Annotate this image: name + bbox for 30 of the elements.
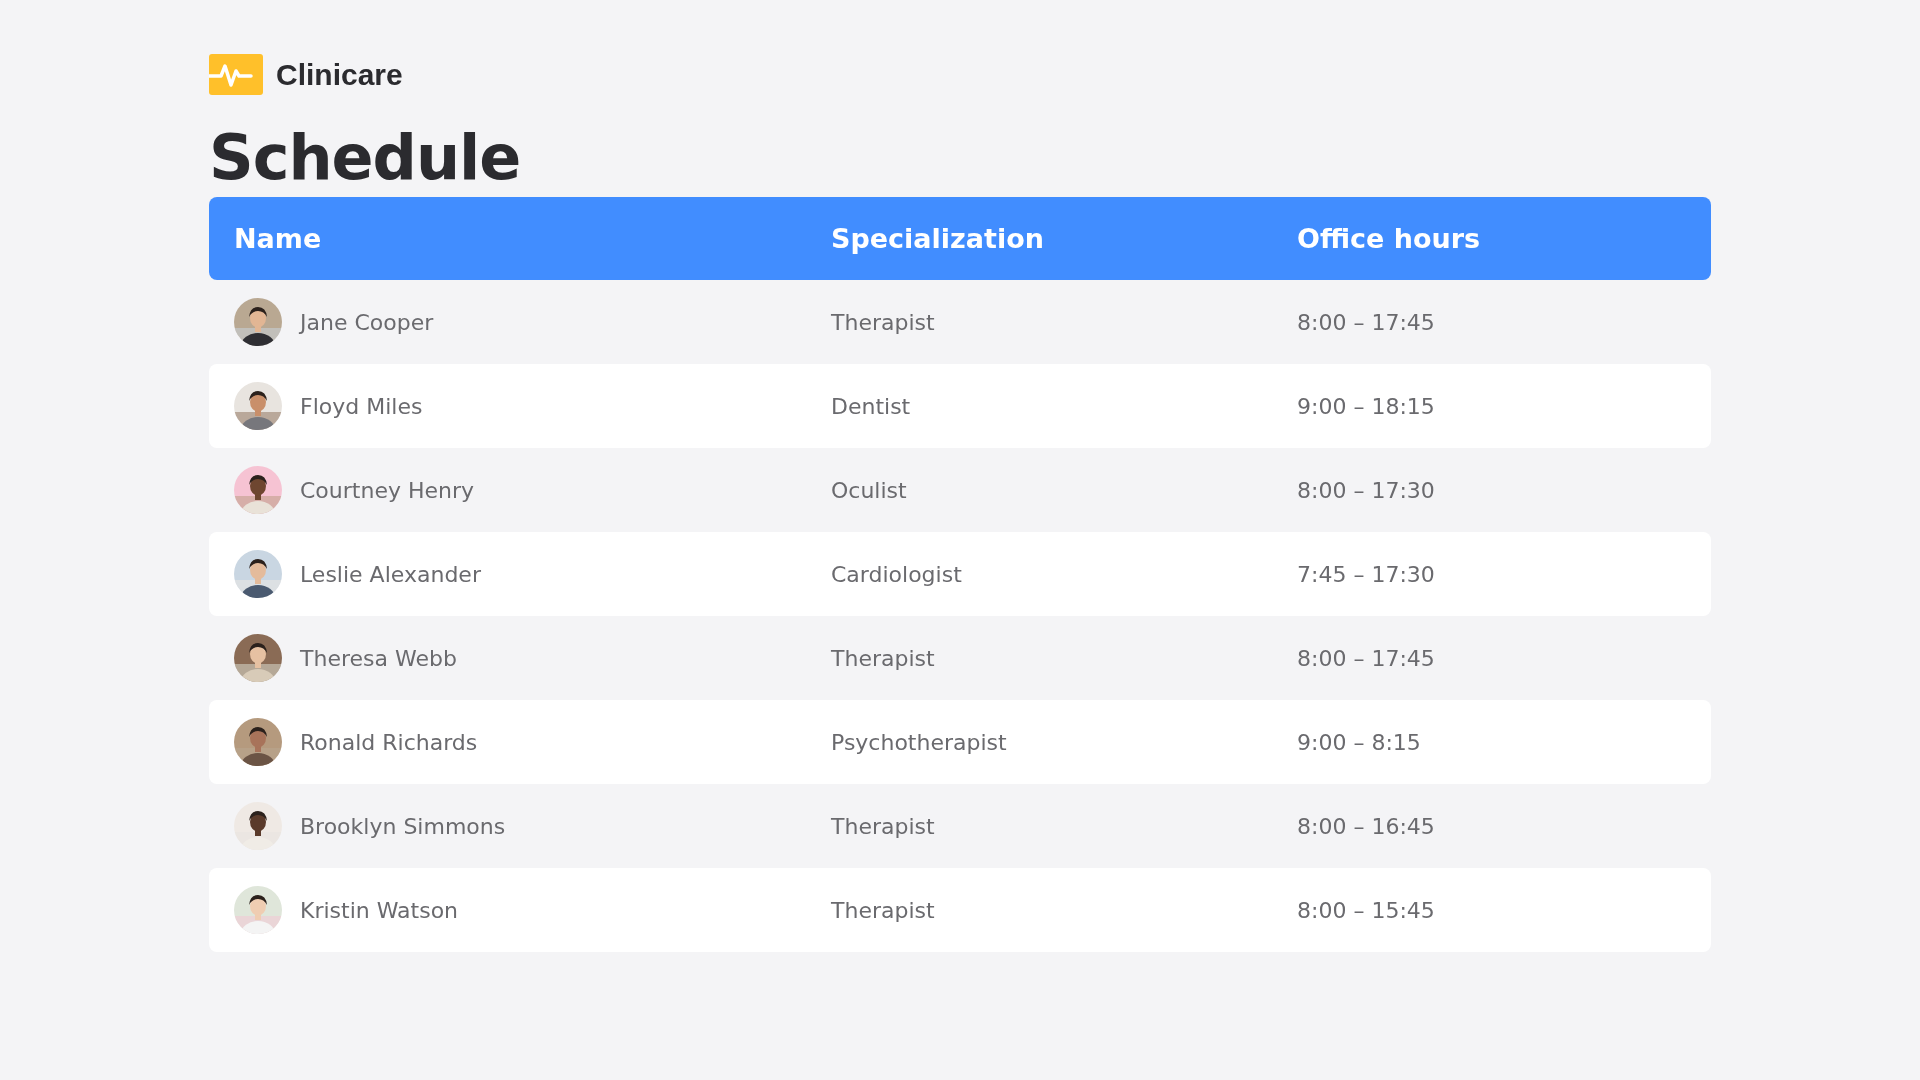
specialization-cell-text: Dentist bbox=[831, 393, 912, 419]
specialization-cell-text: Oculist bbox=[831, 477, 908, 503]
doctor-name: Ronald Richards bbox=[300, 729, 478, 755]
logo-icon bbox=[209, 54, 263, 95]
specialization-cell-text: Therapist bbox=[831, 813, 936, 839]
brand-name: Clinicare bbox=[276, 57, 403, 92]
office-hours-cell-text: 8:00 – 17:30 bbox=[1297, 477, 1436, 503]
doctor-name: Brooklyn Simmons bbox=[300, 813, 506, 839]
specialization-cell-text: Psychotherapist bbox=[831, 729, 1008, 755]
office-hours-cell-text: 8:00 – 17:45 bbox=[1297, 309, 1436, 335]
office-hours-cell-text: 8:00 – 16:45 bbox=[1297, 813, 1436, 839]
office-hours-cell-text: 8:00 – 15:45 bbox=[1297, 897, 1436, 923]
specialization-cell-text: Cardiologist bbox=[831, 561, 963, 587]
doctor-name: Theresa Webb bbox=[300, 645, 457, 671]
doctor-name: Kristin Watson bbox=[300, 897, 459, 923]
office-hours-cell-text: 9:00 – 18:15 bbox=[1297, 393, 1436, 419]
doctor-name: Jane Cooper bbox=[300, 309, 434, 335]
doctor-name: Floyd Miles bbox=[300, 393, 423, 419]
page-title: Schedule bbox=[209, 121, 522, 185]
doctor-name: Leslie Alexander bbox=[300, 561, 481, 587]
office-hours-cell-text: 9:00 – 8:15 bbox=[1297, 729, 1422, 755]
specialization-cell-text: Therapist bbox=[831, 645, 936, 671]
column-header: Name bbox=[233, 223, 323, 254]
column-header: Specialization bbox=[831, 223, 1045, 254]
doctor-name: Courtney Henry bbox=[300, 477, 474, 503]
office-hours-cell-text: 7:45 – 17:30 bbox=[1297, 561, 1436, 587]
specialization-cell-text: Therapist bbox=[831, 309, 936, 335]
office-hours-cell-text: 8:00 – 17:45 bbox=[1297, 645, 1436, 671]
specialization-cell-text: Therapist bbox=[831, 897, 936, 923]
column-header: Office hours bbox=[1297, 223, 1482, 254]
